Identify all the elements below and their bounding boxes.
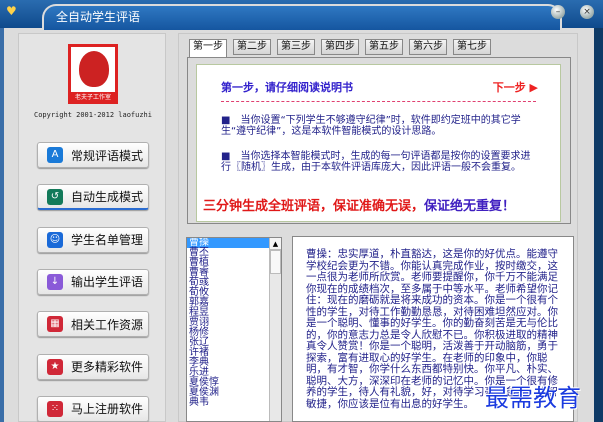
tab-step-3[interactable]: 第三步	[277, 39, 315, 55]
tab-step-4[interactable]: 第四步	[321, 39, 359, 55]
tab-step-5[interactable]: 第五步	[365, 39, 403, 55]
app-store-icon: A	[47, 147, 63, 163]
tab-step-1[interactable]: 第一步	[189, 39, 227, 57]
close-button[interactable]: ×	[580, 5, 594, 19]
tab-step-7[interactable]: 第七步	[453, 39, 491, 55]
app-icon: ♥	[6, 4, 17, 18]
minimize-button[interactable]: –	[551, 5, 565, 19]
logo: 老夫子工作室	[68, 44, 118, 104]
history-icon: ↺	[47, 188, 63, 205]
sidebar-button-2[interactable]: ☺ 学生名单管理	[37, 226, 149, 253]
scroll-thumb[interactable]	[270, 250, 281, 274]
divider	[221, 101, 536, 102]
sidebar-button-6[interactable]: ⁙ 马上注册软件	[37, 395, 149, 422]
sidebar-button-4[interactable]: ▦ 相关工作资源	[37, 311, 149, 338]
student-list[interactable]: 曹操 曹丕 曹植 曹睿 荀彧 荀攸 郭嘉 程昱 贾诩 杨修 张辽 许褚 李典 乐进 夏侯惇 夏侯渊 典韦 ▲	[186, 237, 282, 422]
sidebar-button-5[interactable]: ★ 更多精彩软件	[37, 353, 149, 380]
instruction-2: ■ 当你选择本智能模式时，生成的每一句评语都是按你的设置要求进行〖随机〗生成，由…	[221, 151, 531, 173]
title-bar: ♥ 全自动学生评语 – ×	[0, 0, 603, 30]
tab-content: 第一步，请仔细阅读说明书 下一步 ▶ ■ 当你设置“下列学生不够遵守纪律”时，软…	[187, 57, 571, 224]
sidebar-button-1[interactable]: ↺ 自动生成模式	[37, 184, 149, 211]
copyright: Copyright 2001-2012 laofuzhi	[33, 111, 152, 119]
next-step-link[interactable]: 下一步 ▶	[493, 79, 538, 95]
window-title: 全自动学生评语	[56, 10, 141, 24]
user-icon: ☺	[47, 231, 63, 248]
tab-step-2[interactable]: 第二步	[233, 39, 271, 55]
slogan: 三分钟生成全班评语，保证准确无误，保证绝无重复！	[203, 199, 516, 214]
step-heading: 第一步，请仔细阅读说明书	[221, 81, 353, 94]
scroll-up-icon[interactable]: ▲	[270, 238, 281, 250]
watermark: 最需教育	[485, 384, 581, 412]
sidebar: 老夫子工作室 Copyright 2001-2012 laofuzhi A 常规评…	[18, 33, 166, 422]
sidebar-button-3[interactable]: ↓ 输出学生评语	[37, 268, 149, 295]
sidebar-button-0[interactable]: A 常规评语模式	[37, 142, 149, 168]
list-item[interactable]: 典韦	[187, 398, 281, 408]
dice-icon: ⁙	[47, 400, 63, 417]
star-icon: ★	[47, 358, 63, 375]
scrollbar[interactable]: ▲	[269, 238, 281, 421]
grid-icon: ▦	[47, 316, 63, 333]
tab-step-6[interactable]: 第六步	[409, 39, 447, 55]
download-icon: ↓	[47, 273, 63, 290]
instruction-1: ■ 当你设置“下列学生不够遵守纪律”时，软件即约定班中的其它学生“遵守纪律”，这…	[221, 115, 521, 137]
